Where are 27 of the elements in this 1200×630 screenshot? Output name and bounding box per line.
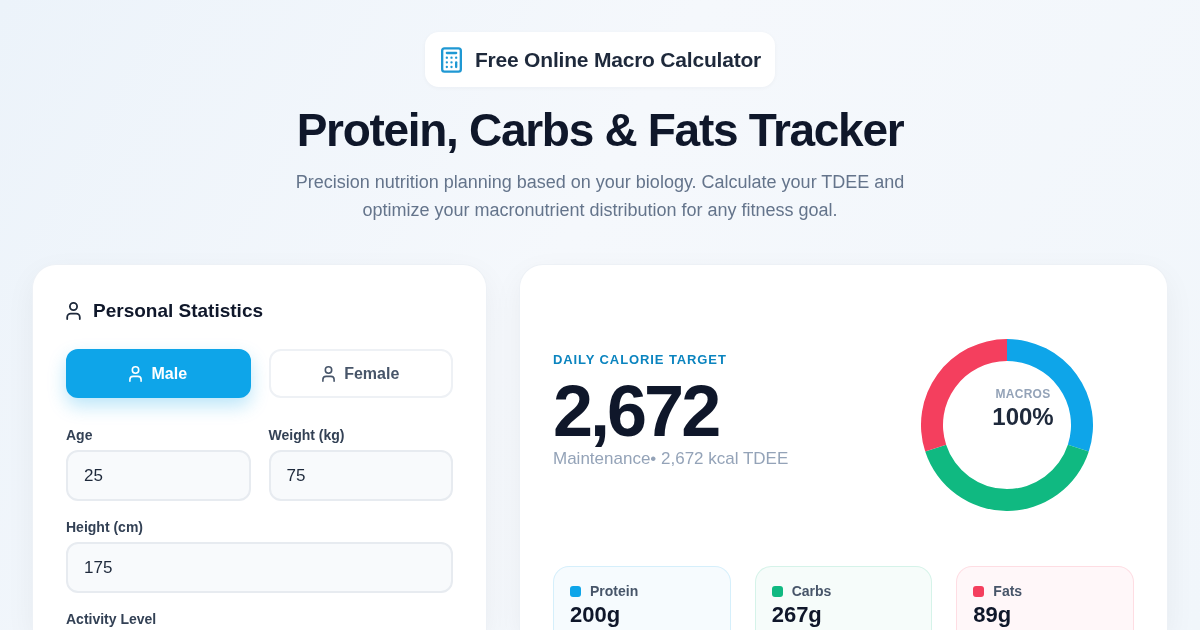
macro-value: 89g <box>973 604 1013 626</box>
calorie-summary: Maintenance• 2,672 kcal TDEE <box>553 449 789 469</box>
field-label: Age <box>66 426 94 444</box>
macro-label: Fats <box>993 583 1023 599</box>
input-field[interactable]: 25 <box>66 450 251 501</box>
field-label: Height (cm) <box>66 518 144 536</box>
section-title: Personal Statistics <box>93 300 264 322</box>
page-heading: Protein, Carbs & Fats Tracker <box>296 104 904 156</box>
gender-toggle-button[interactable]: Female <box>268 349 453 398</box>
chart-center-value: 100% <box>992 402 1054 431</box>
chart-center-label: MACROS <box>995 386 1051 401</box>
calorie-value: 2,672 <box>553 375 720 447</box>
macro-label: Protein <box>590 583 639 599</box>
badge-title: Free Online Macro Calculator <box>474 47 762 72</box>
section-label: DAILY CALORIE TARGET <box>553 352 728 368</box>
input-field[interactable]: 175 <box>66 542 453 593</box>
page-subtitle: Precision nutrition planning based on your biology. Calculate your TDEE and optimize your macronutrient distribution for any fitness goal. <box>294 171 906 222</box>
macro-label: Carbs <box>791 583 832 599</box>
user-icon <box>66 302 81 320</box>
macro-value: 200g <box>570 604 622 626</box>
input-field[interactable]: 75 <box>268 450 453 501</box>
field-label: Activity Level <box>66 610 158 628</box>
field-label: Weight (kg) <box>268 426 346 444</box>
macro-value: 267g <box>771 604 823 626</box>
user-icon <box>129 365 143 382</box>
user-icon <box>322 365 336 382</box>
calculator-icon <box>440 46 462 73</box>
